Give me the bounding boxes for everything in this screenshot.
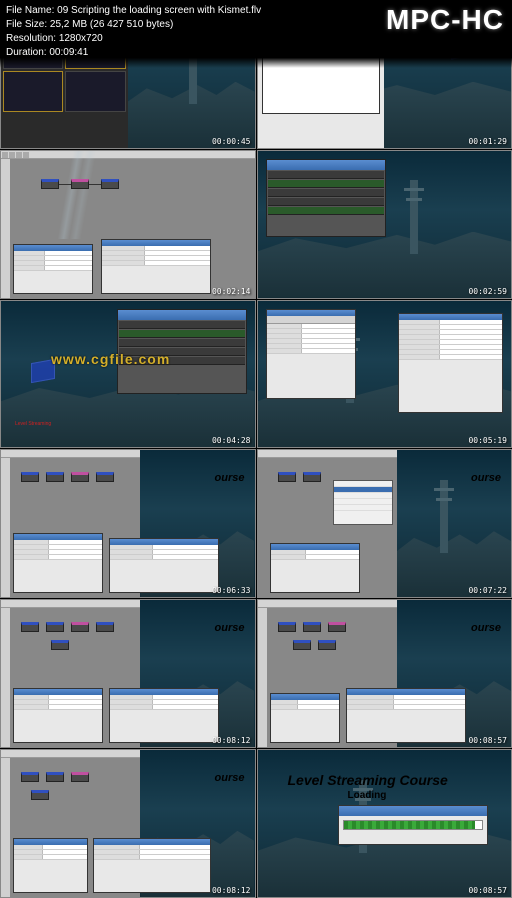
thumb-7: ourse 00:06:33 bbox=[0, 449, 256, 598]
filesize-value: 25,2 MB (26 427 510 bytes) bbox=[50, 19, 173, 30]
course-label: ourse bbox=[215, 622, 245, 634]
course-label: ourse bbox=[471, 472, 501, 484]
timecode: 00:02:14 bbox=[212, 287, 251, 296]
timecode: 00:06:33 bbox=[212, 586, 251, 595]
timecode: 00:00:45 bbox=[212, 137, 251, 146]
course-label: ourse bbox=[215, 472, 245, 484]
course-label: ourse bbox=[471, 622, 501, 634]
filename-label: File Name: bbox=[6, 5, 54, 16]
timecode: 00:08:12 bbox=[212, 736, 251, 745]
timecode: 00:07:22 bbox=[468, 586, 507, 595]
thumb-8: ourse 00:07:22 bbox=[257, 449, 512, 598]
timecode: 00:02:59 bbox=[468, 287, 507, 296]
course-label: ourse bbox=[215, 772, 245, 784]
thumb-6: 00:05:19 bbox=[257, 300, 512, 449]
progress-bar bbox=[343, 820, 483, 830]
timecode: 00:05:19 bbox=[468, 436, 507, 445]
progress-dialog bbox=[338, 805, 488, 845]
timecode: 00:08:12 bbox=[212, 886, 251, 895]
timecode: 00:08:57 bbox=[468, 886, 507, 895]
thumb-4: 00:02:59 bbox=[257, 150, 512, 299]
file-info-block: File Name: 09 Scripting the loading scre… bbox=[0, 0, 267, 68]
thumb-10: ourse 00:08:57 bbox=[257, 599, 512, 748]
resolution-value: 1280x720 bbox=[59, 33, 103, 44]
thumb-12: Level Streaming Course Loading 00:08:57 bbox=[257, 749, 512, 898]
loading-label: Loading bbox=[348, 790, 387, 801]
app-brand: MPC-HC bbox=[378, 0, 512, 68]
thumb-3: 00:02:14 bbox=[0, 150, 256, 299]
course-title: Level Streaming Course bbox=[288, 772, 448, 788]
timecode: 00:01:29 bbox=[468, 137, 507, 146]
filename-value: 09 Scripting the loading screen with Kis… bbox=[57, 5, 261, 16]
resolution-label: Resolution: bbox=[6, 33, 56, 44]
thumb-11: ourse 00:08:12 bbox=[0, 749, 256, 898]
thumb-9: ourse 00:08:12 bbox=[0, 599, 256, 748]
info-header: File Name: 09 Scripting the loading scre… bbox=[0, 0, 512, 68]
timecode: 00:04:28 bbox=[212, 436, 251, 445]
filesize-label: File Size: bbox=[6, 19, 47, 30]
timecode: 00:08:57 bbox=[468, 736, 507, 745]
duration-value: 00:09:41 bbox=[49, 47, 88, 58]
thumb-5: Level Streaming www.cgfile.com 00:04:28 bbox=[0, 300, 256, 449]
duration-label: Duration: bbox=[6, 47, 47, 58]
debug-text: Level Streaming bbox=[15, 421, 51, 427]
watermark: www.cgfile.com bbox=[51, 351, 170, 367]
thumbnail-grid: 00:00:45 00:01:29 bbox=[0, 0, 512, 898]
